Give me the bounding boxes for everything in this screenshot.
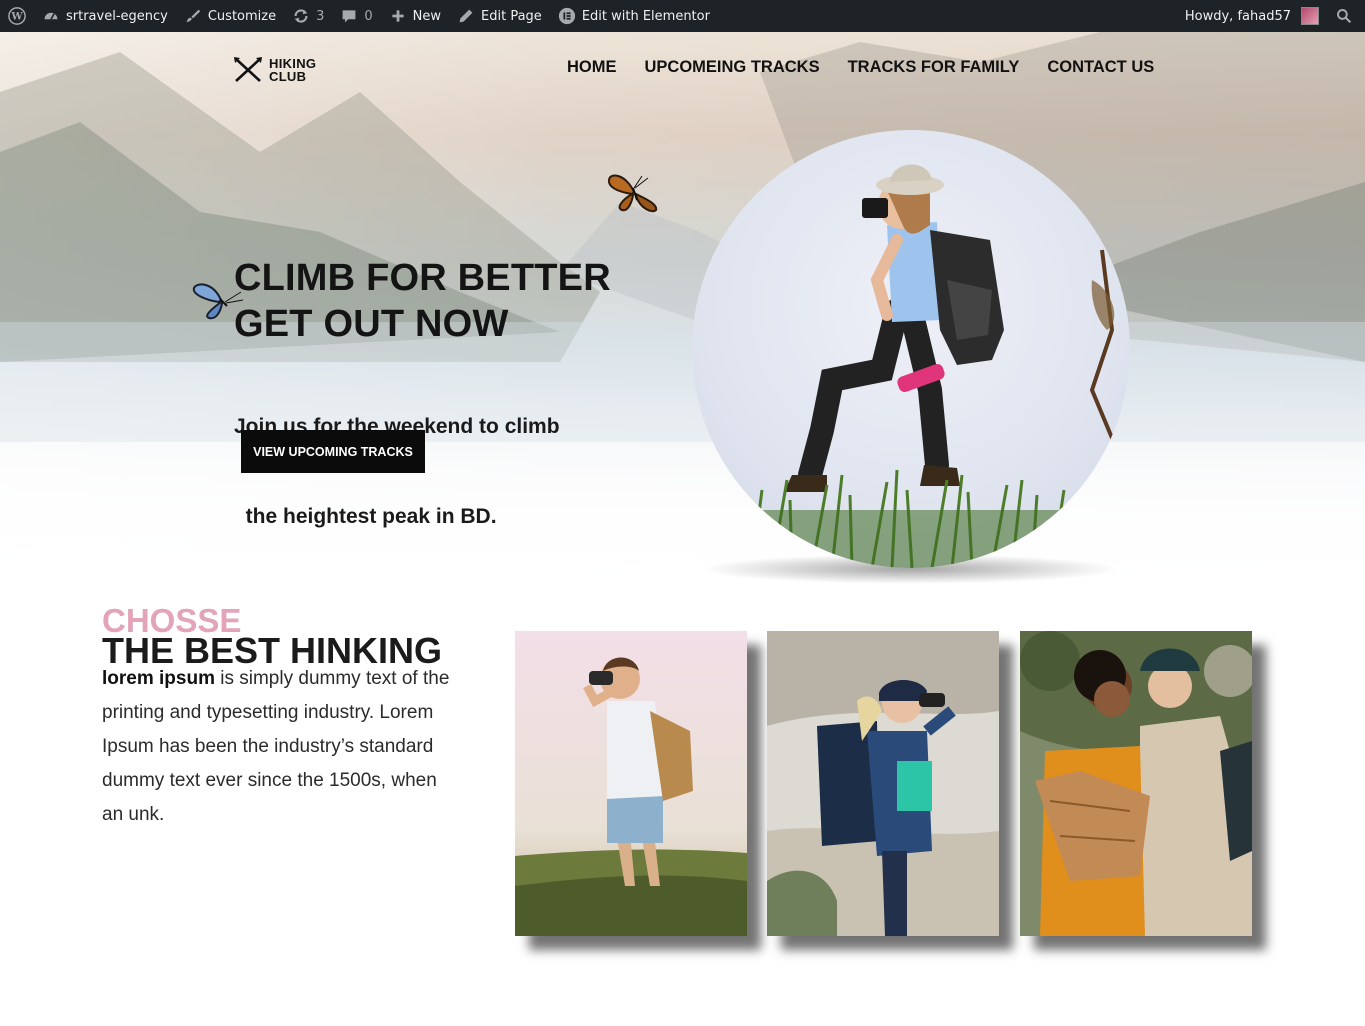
dashboard-icon xyxy=(42,7,60,25)
brush-icon xyxy=(184,7,202,25)
updates-count: 3 xyxy=(316,8,325,24)
admin-search[interactable] xyxy=(1327,0,1365,32)
wordpress-logo-icon: W xyxy=(8,7,26,25)
hero-subline-line-2: the heightest peak in BD. xyxy=(234,505,497,528)
howdy-label: Howdy, fahad57 xyxy=(1184,8,1291,24)
nav-contact-us[interactable]: CONTACT US xyxy=(1047,58,1154,77)
new-label: New xyxy=(412,8,442,24)
comment-icon xyxy=(340,7,358,25)
pencil-icon xyxy=(457,7,475,25)
crossed-poles-icon xyxy=(234,57,262,82)
avatar xyxy=(1301,7,1319,25)
hero-headline-line-1: CLIMB FOR BETTER xyxy=(234,257,611,299)
edit-page-link[interactable]: Edit Page xyxy=(449,0,550,32)
nav-home[interactable]: HOME xyxy=(567,58,617,77)
butterfly-orange-image xyxy=(607,174,658,213)
logo-line-2: CLUB xyxy=(269,69,307,84)
hero-section: HIKING CLUB HOME UPCOMEING TRACKS TRACKS… xyxy=(0,32,1365,602)
hero-headline: CLIMB FOR BETTER GET OUT NOW xyxy=(234,255,611,347)
plus-icon xyxy=(389,7,407,25)
comments-link[interactable]: 0 xyxy=(332,0,380,32)
elementor-icon xyxy=(558,7,576,25)
svg-text:W: W xyxy=(10,12,23,23)
photo-two-hikers-map xyxy=(1020,631,1252,936)
site-name-menu[interactable]: srtravel-egency xyxy=(34,0,176,32)
update-icon xyxy=(292,7,310,25)
site-logo[interactable]: HIKING CLUB xyxy=(233,56,316,84)
two-hikers-map-illustration xyxy=(1020,631,1252,936)
section-body-text: is simply dummy text of the printing and… xyxy=(102,668,450,825)
site-name-label: srtravel-egency xyxy=(66,8,168,24)
view-upcoming-tracks-button[interactable]: VIEW UPCOMING TRACKS xyxy=(241,430,425,473)
hiker-circle-image xyxy=(692,130,1130,568)
comments-count: 0 xyxy=(364,8,373,24)
nav-upcoming-tracks[interactable]: UPCOMEING TRACKS xyxy=(645,58,820,77)
wp-admin-bar: W srtravel-egency Customize 3 0 New Edit… xyxy=(0,0,1365,32)
edit-elementor-link[interactable]: Edit with Elementor xyxy=(550,0,718,32)
photo-woman-binoculars xyxy=(767,631,999,936)
woman-hiker-illustration xyxy=(732,164,1120,568)
hero-headline-line-2: GET OUT NOW xyxy=(234,303,509,345)
section-body: lorem ipsum is simply dummy text of the … xyxy=(102,662,462,832)
section-body-bold: lorem ipsum xyxy=(102,668,215,689)
nav-tracks-for-family[interactable]: TRACKS FOR FAMILY xyxy=(848,58,1020,77)
new-content-menu[interactable]: New xyxy=(381,0,449,32)
woman-binoculars-illustration xyxy=(767,631,999,936)
updates-link[interactable]: 3 xyxy=(284,0,332,32)
main-nav: HOME UPCOMEING TRACKS TRACKS FOR FAMILY … xyxy=(567,58,1154,77)
customize-link[interactable]: Customize xyxy=(176,0,284,32)
my-account-menu[interactable]: Howdy, fahad57 xyxy=(1177,0,1327,32)
search-icon xyxy=(1335,7,1353,25)
edit-elementor-label: Edit with Elementor xyxy=(581,8,710,24)
photo-man-binoculars xyxy=(515,631,747,936)
man-binoculars-illustration xyxy=(515,631,747,936)
edit-page-label: Edit Page xyxy=(481,8,542,24)
customize-label: Customize xyxy=(207,8,277,24)
logo-text: HIKING CLUB xyxy=(269,57,316,83)
wp-logo-menu[interactable]: W xyxy=(0,0,34,32)
